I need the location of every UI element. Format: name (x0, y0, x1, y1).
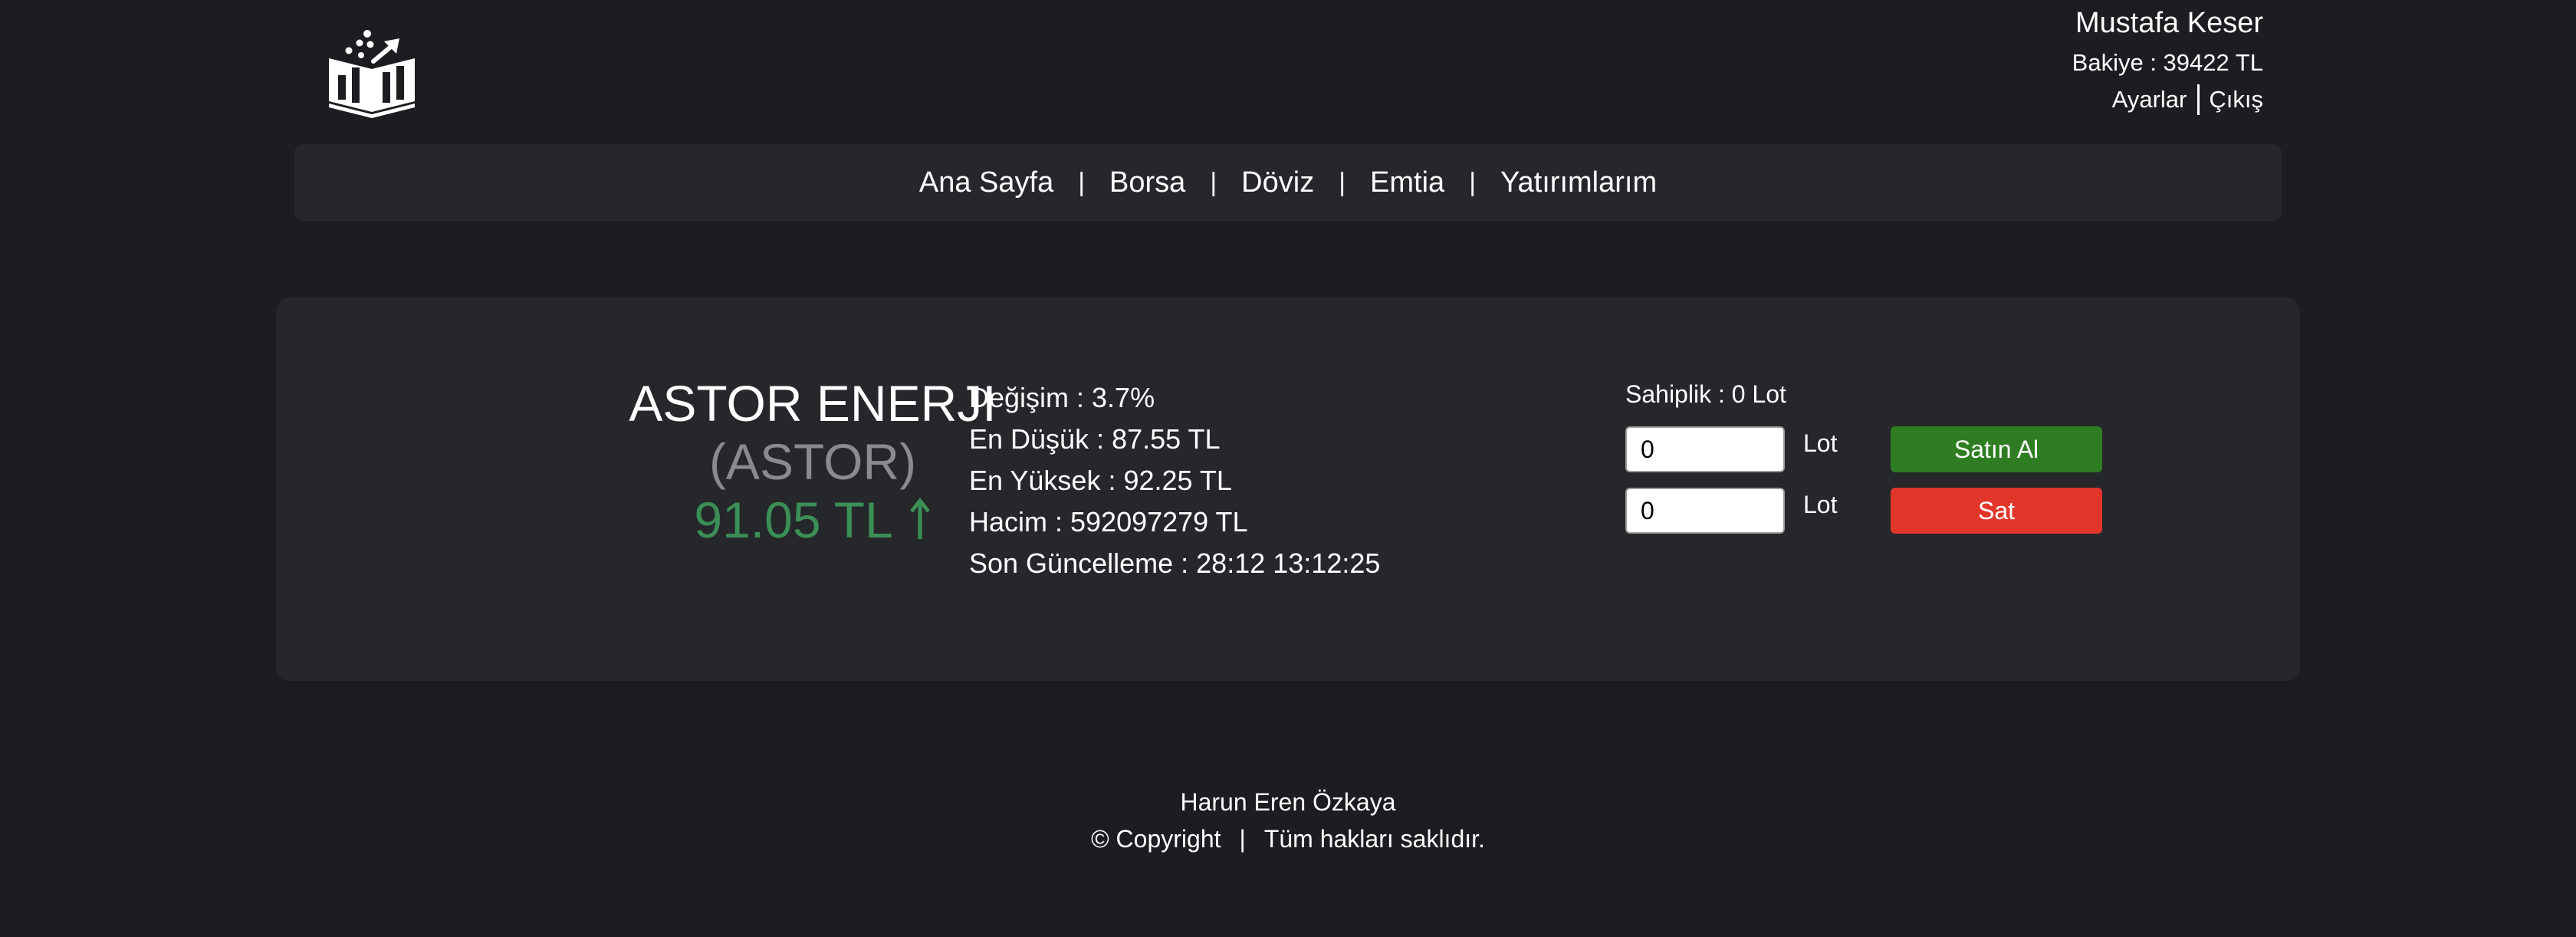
sell-button[interactable]: Sat (1891, 488, 2102, 534)
user-panel: Mustafa Keser Bakiye : 39422 TL Ayarlar Ç… (2072, 6, 2263, 115)
stock-name: ASTOR ENERJI (629, 375, 997, 432)
footer-copyright-row: © Copyright | Tüm hakları saklıdır. (0, 820, 2576, 857)
stock-code: (ASTOR) (708, 433, 917, 490)
stock-price-row: 91.05 TL (613, 491, 1012, 549)
nav-separator: | (1339, 167, 1346, 197)
nav-separator: | (1210, 167, 1217, 197)
buy-button[interactable]: Satın Al (1891, 426, 2102, 472)
nav-separator: | (1469, 167, 1477, 197)
stock-identity: ASTOR ENERJI (ASTOR) 91.05 TL (613, 374, 1012, 549)
sell-quantity-input[interactable] (1625, 488, 1785, 534)
user-links: Ayarlar Çıkış (2072, 84, 2263, 115)
stat-high: En Yüksek : 92.25 TL (969, 465, 1232, 496)
ownership-text: Sahiplik : 0 Lot (1625, 380, 1786, 408)
user-name: Mustafa Keser (2075, 7, 2263, 39)
trade-panel: Sahiplik : 0 Lot Lot Satın Al Lot Sat (1625, 377, 2102, 534)
nav-item-borsa[interactable]: Borsa (1109, 166, 1185, 199)
stock-price: 91.05 TL (694, 492, 892, 548)
buy-lot-label: Lot (1803, 429, 1838, 457)
stat-volume: Hacim : 592097279 TL (969, 506, 1248, 538)
settings-link[interactable]: Ayarlar (2112, 86, 2187, 113)
stat-last-update: Son Güncelleme : 28:12 13:12:25 (969, 547, 1381, 579)
stock-card: ASTOR ENERJI (ASTOR) 91.05 TL Değişim : … (276, 298, 2300, 681)
footer-separator: | (1239, 825, 1246, 853)
nav-item-ana-sayfa[interactable]: Ana Sayfa (919, 166, 1053, 199)
logo[interactable] (326, 28, 418, 118)
logout-link[interactable]: Çıkış (2209, 86, 2263, 113)
stock-stats: Değişim : 3.7% En Düşük : 87.55 TL En Yü… (969, 377, 1380, 584)
footer-author: Harun Eren Özkaya (1180, 788, 1396, 816)
sell-row: Lot Sat (1625, 488, 2162, 534)
nav-item-emtia[interactable]: Emtia (1370, 166, 1444, 199)
copyright-text: © Copyright (1091, 825, 1221, 853)
book-growth-logo-icon (329, 30, 415, 118)
main-nav: Ana Sayfa | Borsa | Döviz | Emtia | Yatı… (294, 144, 2282, 221)
arrow-up-icon (909, 497, 930, 539)
sell-lot-label: Lot (1803, 491, 1838, 518)
buy-quantity-input[interactable] (1625, 426, 1785, 472)
link-divider (2197, 84, 2200, 115)
buy-row: Lot Satın Al (1625, 426, 2162, 472)
nav-item-doviz[interactable]: Döviz (1241, 166, 1314, 199)
nav-item-yatirimlarim[interactable]: Yatırımlarım (1500, 166, 1657, 199)
rights-text: Tüm hakları saklıdır. (1263, 825, 1485, 853)
footer: Harun Eren Özkaya © Copyright | Tüm haklar… (0, 784, 2576, 857)
stat-low: En Düşük : 87.55 TL (969, 423, 1221, 455)
stat-change: Değişim : 3.7% (969, 382, 1155, 413)
nav-separator: | (1078, 167, 1086, 197)
balance-text: Bakiye : 39422 TL (2072, 49, 2263, 76)
